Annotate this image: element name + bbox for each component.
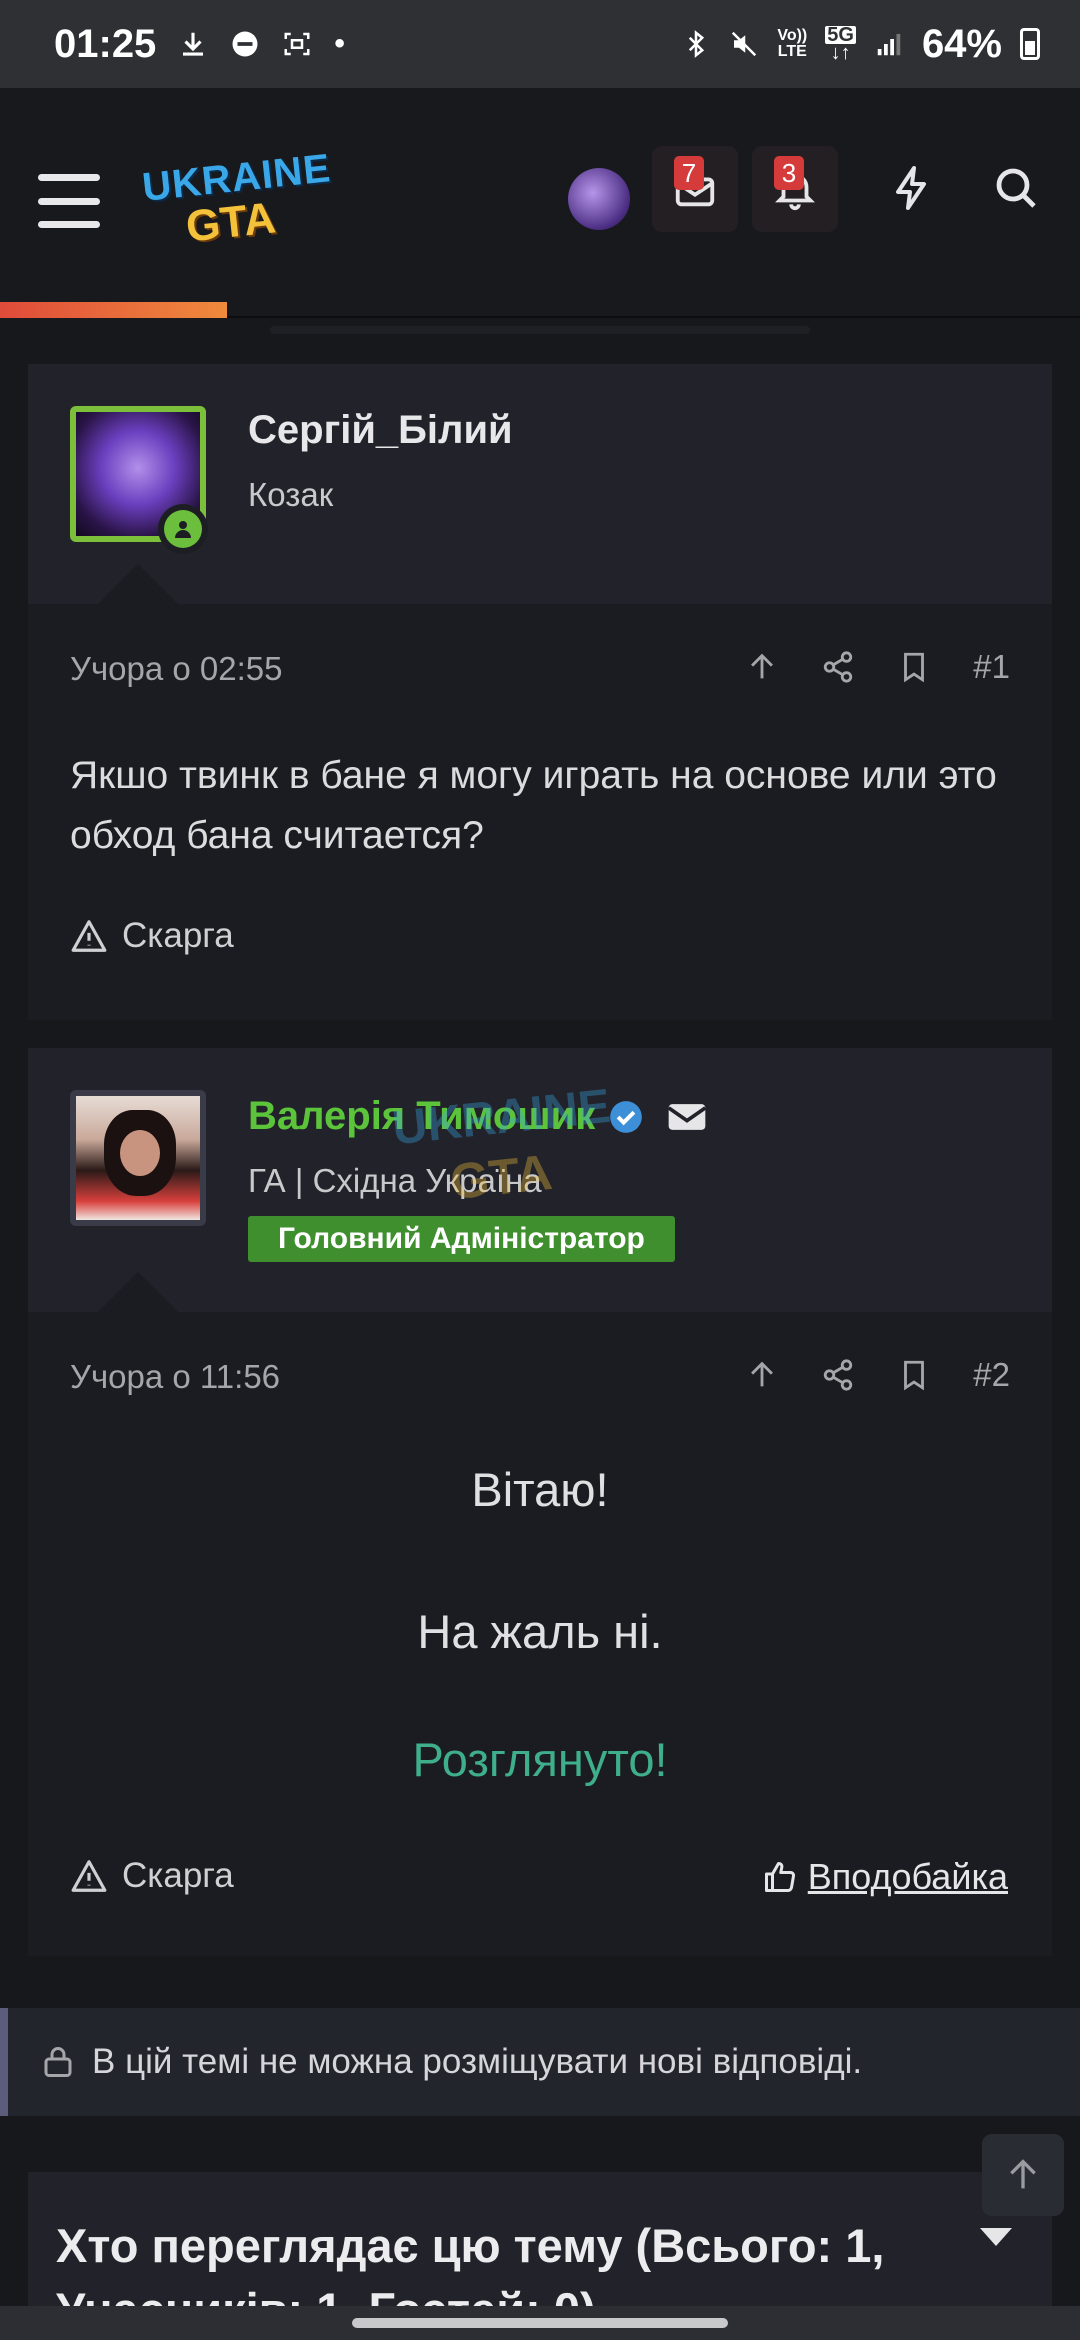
post-actions: #2 [745, 1356, 1010, 1394]
battery-percent: 64% [921, 21, 1002, 66]
report-button[interactable]: Скарга [70, 916, 234, 956]
volte-label: LTE [777, 43, 807, 60]
like-button[interactable]: Вподобайка [762, 1856, 1008, 1898]
share-icon[interactable] [821, 650, 855, 684]
chevron-down-icon[interactable] [980, 2228, 1012, 2246]
bolt-icon [896, 166, 926, 210]
avatar[interactable] [70, 406, 208, 554]
page-progress-bar [0, 302, 227, 318]
post-user-block: Сергій_Білий Козак [28, 364, 1052, 604]
logo-text-bottom: GTA [183, 193, 278, 252]
signal-icon [874, 29, 904, 59]
user-title: Козак [248, 476, 334, 513]
dot-icon: • [334, 27, 345, 60]
avatar-image [70, 1090, 206, 1226]
site-logo[interactable]: UKRAINE GTA [140, 146, 333, 251]
role-badge: Головний Адміністратор [248, 1216, 675, 1262]
upvote-icon[interactable] [745, 650, 779, 684]
post-2: Валерія Тимошик ГА | Східна Україна Голо… [28, 1048, 1052, 1956]
status-bar: 01:25 • Vo)) LTE 5G ↓↑ 64% [0, 0, 1080, 88]
menu-icon[interactable] [38, 174, 100, 228]
mail-icon[interactable] [665, 1095, 709, 1139]
avatar[interactable] [70, 1090, 206, 1226]
volte-icon: Vo)) LTE [777, 27, 808, 60]
inbox-badge: 7 [674, 156, 704, 190]
site-header: UKRAINE GTA 7 3 [0, 88, 1080, 318]
system-nav-bar [0, 2306, 1080, 2340]
upvote-icon[interactable] [745, 1358, 779, 1392]
post-author[interactable]: Валерія Тимошик [248, 1094, 595, 1139]
screenshot-icon [282, 29, 312, 59]
bookmark-icon[interactable] [897, 1358, 931, 1392]
mute-icon [729, 29, 759, 59]
post-line-reviewed: Розглянуто! [412, 1733, 668, 1786]
post-date[interactable]: Учора о 11:56 [70, 1358, 280, 1396]
bluetooth-icon [681, 29, 711, 59]
user-icon [175, 521, 191, 538]
thumbs-up-icon [764, 1862, 795, 1893]
bookmark-icon[interactable] [897, 650, 931, 684]
locked-notice-text: В цій темі не можна розміщувати нові від… [92, 2042, 863, 2081]
subnav-divider [270, 326, 810, 334]
scroll-to-top-button[interactable] [982, 2134, 1064, 2216]
dnd-icon [230, 29, 260, 59]
post-line-answer: На жаль ні. [417, 1605, 663, 1658]
inbox-button[interactable]: 7 [652, 146, 738, 232]
lock-icon [44, 2047, 72, 2077]
post-date[interactable]: Учора о 02:55 [70, 650, 283, 688]
home-gesture-handle[interactable] [352, 2318, 728, 2328]
post-1: Сергій_Білий Козак Учора о 02:55 #1 Якшо… [28, 364, 1052, 1020]
post-body: Якшо твинк в бане я могу играть на основ… [70, 754, 997, 857]
report-button[interactable]: Скарга [70, 1856, 234, 1896]
online-indicator [158, 504, 208, 554]
post-number[interactable]: #2 [973, 1356, 1010, 1394]
warning-icon [71, 920, 107, 952]
whats-new-button[interactable] [884, 160, 940, 216]
user-title: ГА | Східна Україна [248, 1162, 542, 1199]
post-line-greeting: Вітаю! [471, 1463, 609, 1516]
post-author-row: Валерія Тимошик [248, 1094, 709, 1139]
clock: 01:25 [54, 21, 157, 66]
account-avatar[interactable] [568, 168, 630, 230]
battery-icon [1020, 28, 1040, 60]
alerts-button[interactable]: 3 [752, 146, 838, 232]
post-author[interactable]: Сергій_Білий [248, 408, 513, 453]
search-button[interactable] [988, 160, 1044, 216]
post-number[interactable]: #1 [973, 648, 1010, 686]
report-label: Скарга [122, 916, 234, 955]
report-label: Скарга [122, 1856, 234, 1895]
network-5g-icon: 5G ↓↑ [825, 24, 856, 64]
thread-locked-notice: В цій темі не можна розміщувати нові від… [0, 2008, 1080, 2116]
verified-icon [610, 1100, 643, 1133]
warning-icon [71, 1860, 107, 1892]
alerts-badge: 3 [774, 156, 804, 190]
download-icon [178, 29, 208, 59]
post-notch [98, 1272, 178, 1312]
post-user-block: Валерія Тимошик ГА | Східна Україна Голо… [28, 1048, 1052, 1312]
search-icon [996, 168, 1036, 208]
arrow-up-icon [1010, 2159, 1036, 2189]
post-notch [98, 564, 178, 604]
like-label: Вподобайка [807, 1856, 1008, 1897]
post-actions: #1 [745, 648, 1010, 686]
share-icon[interactable] [821, 1358, 855, 1392]
